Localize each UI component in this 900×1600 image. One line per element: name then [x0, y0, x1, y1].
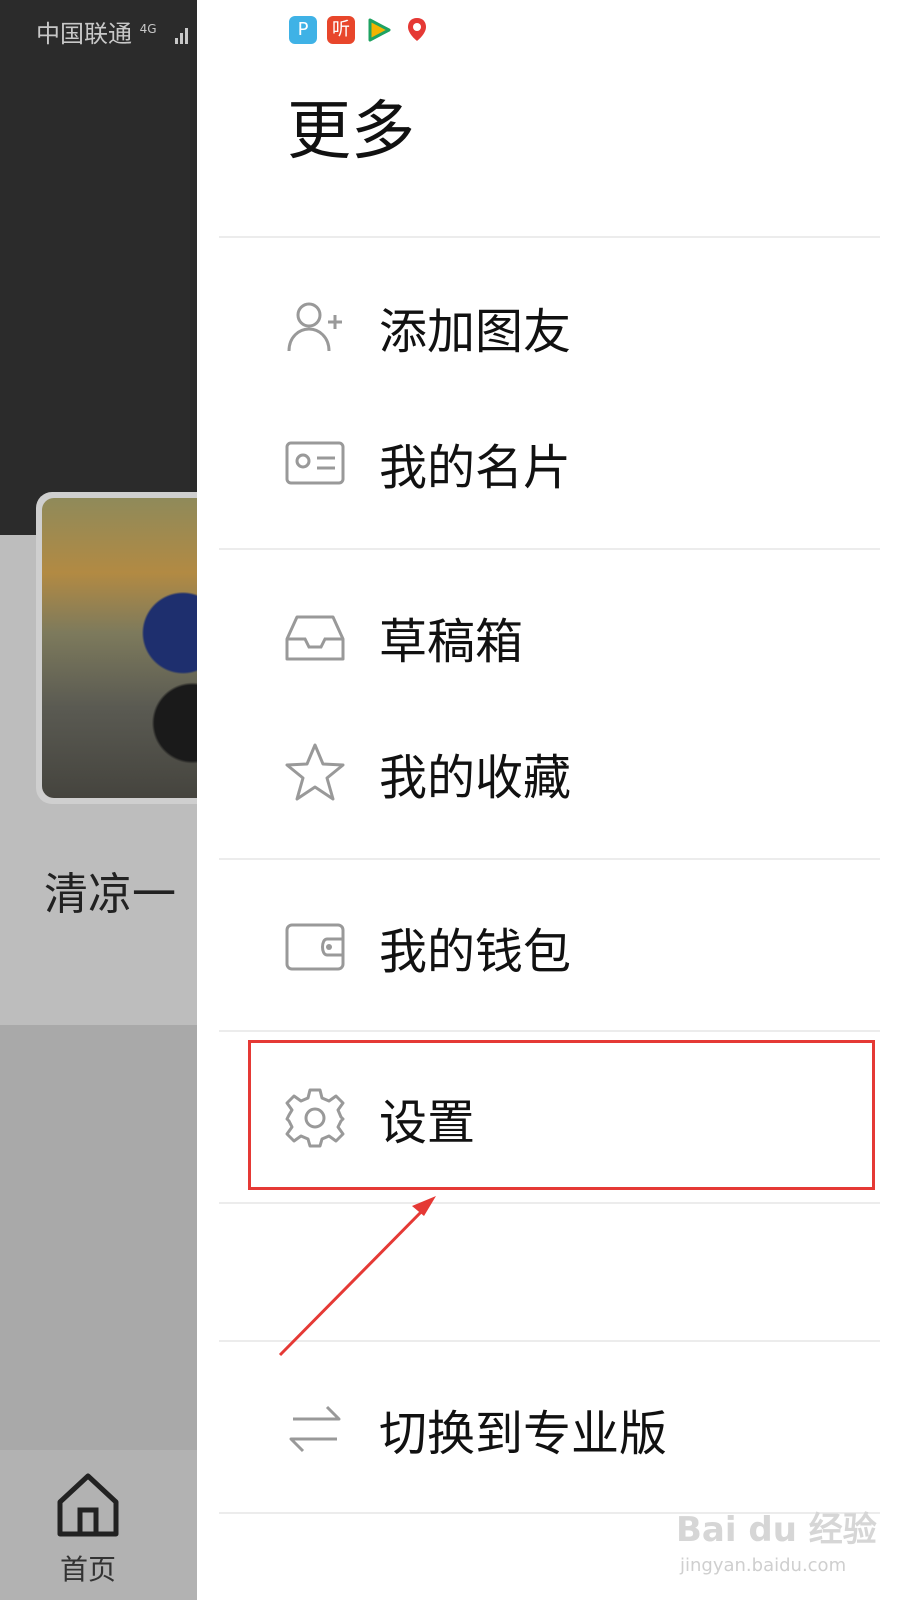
map-pin-icon — [408, 18, 426, 41]
menu-label: 我的收藏 — [379, 750, 572, 806]
listen-app-icon: 听 — [327, 16, 355, 44]
background-content-lower — [0, 1025, 197, 1450]
video-play-icon — [368, 18, 391, 42]
divider — [219, 1340, 880, 1342]
status-app-icons: P 听 — [289, 16, 431, 44]
menu-label: 我的名片 — [379, 440, 572, 496]
post-title[interactable]: 清凉一 — [44, 858, 176, 922]
menu-item-drafts[interactable]: 草稿箱 — [283, 592, 863, 682]
divider — [219, 1202, 880, 1204]
menu-label: 切换到专业版 — [379, 1406, 668, 1462]
menu-item-wallet[interactable]: 我的钱包 — [283, 902, 863, 992]
divider — [219, 858, 880, 860]
inbox-icon — [285, 615, 345, 661]
menu-item-favorites[interactable]: 我的收藏 — [283, 728, 863, 818]
menu-item-my-card[interactable]: 我的名片 — [283, 418, 863, 508]
add-user-icon — [287, 302, 342, 352]
watermark-url: jingyan.baidu.com — [680, 1555, 847, 1576]
menu-label: 添加图友 — [379, 304, 572, 360]
wallet-icon — [285, 923, 345, 971]
baidu-jingyan-watermark: Bai du 经验 — [676, 1510, 877, 1550]
settings-highlight-box — [248, 1040, 875, 1190]
divider — [219, 548, 880, 550]
carrier-label: 中国联通 4G — [36, 20, 157, 48]
background-header — [0, 0, 197, 535]
menu-item-switch-pro[interactable]: 切换到专业版 — [283, 1384, 863, 1474]
nav-home-label[interactable]: 首页 — [60, 1548, 116, 1588]
signal-icon — [175, 28, 188, 44]
divider — [219, 236, 880, 238]
p-app-icon: P — [289, 16, 317, 44]
star-icon — [285, 743, 345, 801]
divider — [219, 1030, 880, 1032]
menu-label: 草稿箱 — [379, 614, 524, 670]
drawer-title: 更多 — [287, 95, 415, 169]
swap-icon — [289, 1405, 341, 1453]
menu-item-add-friend[interactable]: 添加图友 — [283, 282, 863, 372]
home-icon[interactable] — [52, 1468, 124, 1540]
menu-label: 我的钱包 — [379, 924, 572, 980]
id-card-icon — [285, 441, 345, 485]
more-drawer: P 听 更多 添加图友 我的名片 草稿箱 我的收藏 我的钱包 设置 切换到专业版 — [197, 0, 900, 1600]
